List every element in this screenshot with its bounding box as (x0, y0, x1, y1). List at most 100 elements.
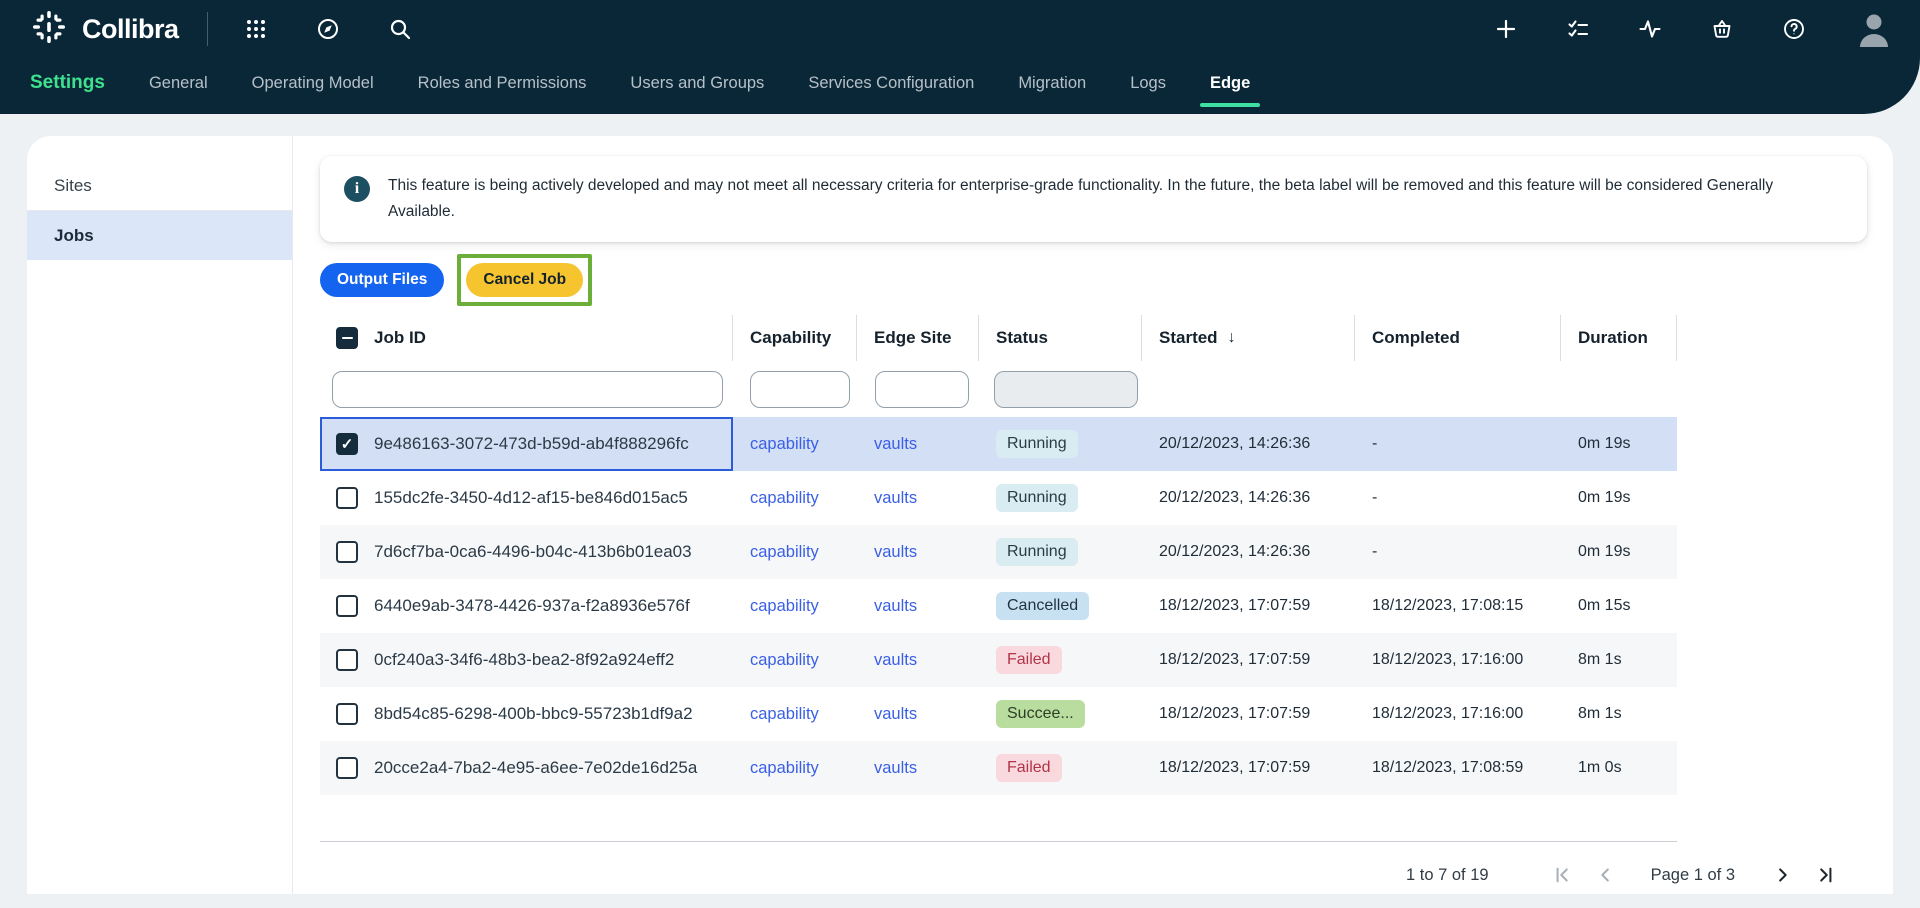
capability-link[interactable]: capability (750, 597, 819, 616)
output-files-button[interactable]: Output Files (320, 263, 444, 297)
started-cell: 20/12/2023, 14:26:36 (1142, 525, 1355, 579)
tab-users-groups[interactable]: Users and Groups (630, 74, 764, 93)
job-id-cell[interactable]: 6440e9ab-3478-4426-937a-f2a8936e576f (320, 579, 733, 633)
started-cell: 18/12/2023, 17:07:59 (1142, 633, 1355, 687)
capability-link[interactable]: capability (750, 489, 819, 508)
edge-site-link[interactable]: vaults (874, 759, 917, 778)
table-row[interactable]: 155dc2fe-3450-4d12-af15-be846d015ac5 cap… (320, 471, 1677, 525)
next-page-icon[interactable] (1769, 862, 1795, 888)
col-edge-site[interactable]: Edge Site (857, 315, 979, 361)
col-duration[interactable]: Duration (1561, 315, 1677, 361)
row-checkbox[interactable] (336, 595, 358, 617)
job-actions: Output Files Cancel Job (320, 255, 1867, 305)
pagination-page-label: Page 1 of 3 (1651, 866, 1735, 885)
completed-cell: - (1355, 471, 1561, 525)
table-row[interactable]: 6440e9ab-3478-4426-937a-f2a8936e576f cap… (320, 579, 1677, 633)
add-plus-icon[interactable] (1494, 17, 1518, 41)
edge-site-link[interactable]: vaults (874, 705, 917, 724)
job-id-filter-input[interactable] (332, 371, 723, 408)
col-completed[interactable]: Completed (1355, 315, 1561, 361)
row-checkbox[interactable] (336, 541, 358, 563)
edge-site-link[interactable]: vaults (874, 489, 917, 508)
tab-edge[interactable]: Edge (1210, 74, 1250, 93)
col-started[interactable]: Started ↓ (1142, 315, 1355, 361)
row-checkbox[interactable] (336, 757, 358, 779)
pagination: 1 to 7 of 19 Page 1 of 3 (320, 842, 1867, 908)
capability-filter-input[interactable] (750, 371, 850, 408)
started-cell: 20/12/2023, 14:26:36 (1142, 417, 1355, 471)
first-page-icon[interactable] (1551, 862, 1577, 888)
capability-link[interactable]: capability (750, 759, 819, 778)
duration-cell: 0m 19s (1561, 525, 1677, 579)
col-status[interactable]: Status (979, 315, 1142, 361)
job-id-text: 7d6cf7ba-0ca6-4496-b04c-413b6b01ea03 (374, 542, 692, 562)
job-id-cell[interactable]: 8bd54c85-6298-400b-bbc9-55723b1df9a2 (320, 687, 733, 741)
user-avatar[interactable] (1854, 9, 1894, 49)
sidebar-item-sites[interactable]: Sites (27, 162, 292, 211)
capability-link[interactable]: capability (750, 543, 819, 562)
tab-general[interactable]: General (149, 74, 208, 93)
status-badge: Cancelled (996, 592, 1089, 620)
explore-compass-icon[interactable] (316, 17, 340, 41)
collibra-logo[interactable]: Collibra (30, 8, 179, 51)
job-id-text: 0cf240a3-34f6-48b3-bea2-8f92a924eff2 (374, 650, 674, 670)
completed-cell: - (1355, 525, 1561, 579)
duration-cell: 0m 15s (1561, 579, 1677, 633)
col-capability[interactable]: Capability (733, 315, 857, 361)
tab-migration[interactable]: Migration (1018, 74, 1086, 93)
row-checkbox[interactable] (336, 487, 358, 509)
job-id-text: 155dc2fe-3450-4d12-af15-be846d015ac5 (374, 488, 688, 508)
table-row[interactable]: 8bd54c85-6298-400b-bbc9-55723b1df9a2 cap… (320, 687, 1677, 741)
row-checkbox[interactable] (336, 649, 358, 671)
table-row[interactable]: 7d6cf7ba-0ca6-4496-b04c-413b6b01ea03 cap… (320, 525, 1677, 579)
activity-pulse-icon[interactable] (1638, 17, 1662, 41)
help-icon[interactable] (1782, 17, 1806, 41)
edge-site-link[interactable]: vaults (874, 597, 917, 616)
job-id-cell[interactable]: 9e486163-3072-473d-b59d-ab4f888296fc (320, 417, 733, 471)
col-job-id[interactable]: Job ID (374, 328, 426, 348)
status-badge: Running (996, 538, 1078, 566)
basket-icon[interactable] (1710, 17, 1734, 41)
job-id-cell[interactable]: 20cce2a4-7ba2-4e95-a6ee-7e02de16d25a (320, 741, 733, 795)
capability-link[interactable]: capability (750, 705, 819, 724)
table-row[interactable]: 20cce2a4-7ba2-4e95-a6ee-7e02de16d25a cap… (320, 741, 1677, 795)
tab-roles-permissions[interactable]: Roles and Permissions (418, 74, 587, 93)
beta-info-banner: i This feature is being actively develop… (320, 156, 1867, 242)
search-icon[interactable] (388, 17, 412, 41)
tasks-checklist-icon[interactable] (1566, 17, 1590, 41)
completed-cell: - (1355, 417, 1561, 471)
prev-page-icon[interactable] (1593, 862, 1619, 888)
beta-banner-text: This feature is being actively developed… (388, 173, 1828, 225)
edge-site-link[interactable]: vaults (874, 435, 917, 454)
status-badge: Running (996, 430, 1078, 458)
capability-link[interactable]: capability (750, 435, 819, 454)
table-row[interactable]: 9e486163-3072-473d-b59d-ab4f888296fc cap… (320, 417, 1677, 471)
brand-name: Collibra (82, 14, 179, 45)
edge-site-link[interactable]: vaults (874, 651, 917, 670)
tab-logs[interactable]: Logs (1130, 74, 1166, 93)
table-row[interactable]: 0cf240a3-34f6-48b3-bea2-8f92a924eff2 cap… (320, 633, 1677, 687)
job-id-cell[interactable]: 7d6cf7ba-0ca6-4496-b04c-413b6b01ea03 (320, 525, 733, 579)
apps-waffle-icon[interactable] (244, 17, 268, 41)
select-all-checkbox[interactable] (336, 327, 358, 349)
sidebar-item-jobs[interactable]: Jobs (27, 211, 292, 260)
cancel-job-button[interactable]: Cancel Job (466, 263, 583, 297)
started-cell: 20/12/2023, 14:26:36 (1142, 471, 1355, 525)
tab-operating-model[interactable]: Operating Model (252, 74, 374, 93)
row-checkbox[interactable] (336, 433, 358, 455)
edge-site-filter-input[interactable] (875, 371, 969, 408)
job-id-cell[interactable]: 0cf240a3-34f6-48b3-bea2-8f92a924eff2 (320, 633, 733, 687)
job-id-cell[interactable]: 155dc2fe-3450-4d12-af15-be846d015ac5 (320, 471, 733, 525)
jobs-table: Job ID Capability Edge Site Status Start… (320, 315, 1677, 795)
sort-desc-icon[interactable]: ↓ (1228, 329, 1236, 347)
job-id-text: 9e486163-3072-473d-b59d-ab4f888296fc (374, 434, 689, 454)
capability-link[interactable]: capability (750, 651, 819, 670)
last-page-icon[interactable] (1811, 862, 1837, 888)
tab-services-configuration[interactable]: Services Configuration (808, 74, 974, 93)
row-checkbox[interactable] (336, 703, 358, 725)
table-filter-row (320, 361, 1677, 417)
jobs-content: i This feature is being actively develop… (293, 136, 1893, 894)
cancel-job-highlight: Cancel Job (457, 254, 592, 306)
edge-site-link[interactable]: vaults (874, 543, 917, 562)
status-filter-input[interactable] (994, 371, 1138, 408)
